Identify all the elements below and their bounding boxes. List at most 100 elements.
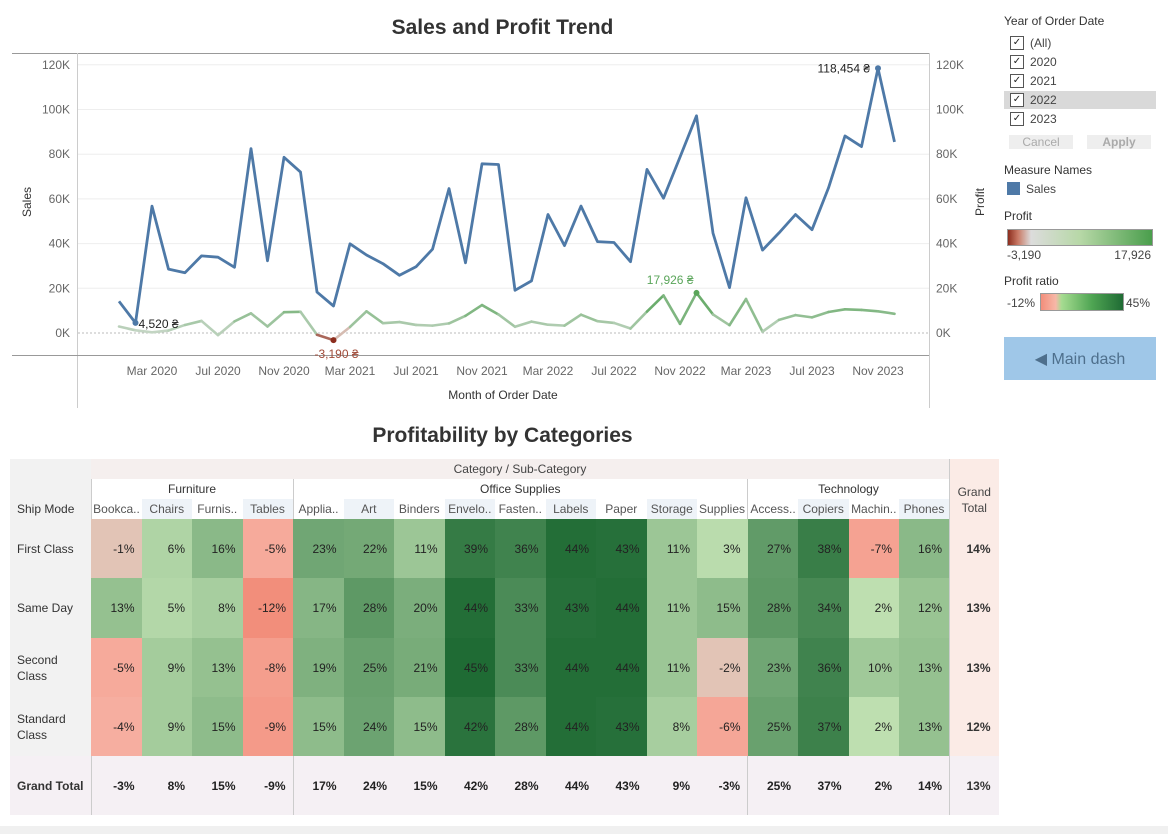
heat-cell[interactable]: 38% (798, 519, 849, 578)
heat-cell[interactable]: 45% (444, 638, 495, 697)
sub-category-header[interactable]: Machin.. (849, 499, 900, 519)
sub-category-header[interactable]: Furnis.. (192, 499, 243, 519)
heat-cell[interactable]: 22% (343, 519, 394, 578)
heat-cell[interactable]: -2% (697, 638, 748, 697)
heat-cell[interactable]: 43% (596, 519, 647, 578)
cancel-button[interactable]: Cancel (1009, 135, 1073, 149)
sub-category-header[interactable]: Copiers (798, 499, 849, 519)
heat-cell[interactable]: 28% (343, 578, 394, 638)
sub-category-header[interactable]: Applia.. (292, 499, 344, 519)
checkbox-icon[interactable]: ✓ (1010, 112, 1024, 126)
sub-category-header[interactable]: Tables (242, 499, 293, 519)
grand-total-cell[interactable]: 13% (949, 638, 999, 697)
heat-cell[interactable]: -9% (242, 756, 293, 815)
heat-cell[interactable]: 15% (293, 697, 344, 756)
checkbox-icon[interactable]: ✓ (1010, 55, 1024, 69)
heat-cell[interactable]: 43% (545, 578, 596, 638)
heat-cell[interactable]: 17% (293, 578, 344, 638)
heat-cell[interactable]: 44% (444, 578, 495, 638)
sales-legend-label[interactable]: Sales (1026, 182, 1056, 196)
sub-category-header[interactable]: Envelo.. (444, 499, 495, 519)
heat-cell[interactable]: 8% (141, 756, 192, 815)
heat-cell[interactable]: 34% (798, 578, 849, 638)
heat-cell[interactable]: 44% (596, 638, 647, 697)
apply-button[interactable]: Apply (1087, 135, 1151, 149)
heat-cell[interactable]: 11% (394, 519, 445, 578)
heat-cell[interactable]: 2% (848, 578, 899, 638)
year-filter-item[interactable]: ✓ 2020 (1004, 53, 1156, 71)
sub-category-header[interactable]: Labels (545, 499, 596, 519)
heat-cell[interactable]: 33% (495, 578, 546, 638)
heat-cell[interactable]: 13% (192, 638, 243, 697)
checkbox-icon[interactable]: ✓ (1010, 74, 1024, 88)
heat-cell[interactable]: 25% (747, 697, 798, 756)
sub-category-header[interactable]: Chairs (141, 499, 192, 519)
heat-cell[interactable]: 15% (192, 697, 243, 756)
heat-cell[interactable]: 44% (596, 578, 647, 638)
heat-cell[interactable]: -3% (90, 756, 142, 815)
heat-cell[interactable]: 9% (141, 697, 192, 756)
heat-cell[interactable]: 36% (495, 519, 546, 578)
sub-category-header[interactable]: Art (343, 499, 394, 519)
heat-cell[interactable]: 20% (394, 578, 445, 638)
heat-cell[interactable]: 11% (646, 578, 697, 638)
sub-category-header[interactable]: Supplies (697, 499, 748, 519)
heat-cell[interactable]: 28% (495, 756, 546, 815)
heat-cell[interactable]: -4% (91, 697, 142, 756)
heat-cell[interactable]: 23% (747, 638, 798, 697)
heat-cell[interactable]: 11% (646, 519, 697, 578)
heat-cell[interactable]: 16% (899, 519, 950, 578)
heat-cell[interactable]: 28% (747, 578, 798, 638)
heat-cell[interactable]: -3% (697, 756, 748, 815)
heat-cell[interactable]: 12% (899, 578, 950, 638)
heat-cell[interactable]: 5% (141, 578, 192, 638)
heat-cell[interactable]: 36% (798, 638, 849, 697)
heat-cell[interactable]: 37% (798, 697, 849, 756)
sub-category-header[interactable]: Paper (596, 499, 647, 519)
heat-cell[interactable]: -12% (242, 578, 293, 638)
heat-cell[interactable]: 43% (596, 756, 647, 815)
heat-cell[interactable]: 42% (444, 697, 495, 756)
sub-category-header[interactable]: Access.. (747, 499, 798, 519)
heat-cell[interactable]: 27% (747, 519, 798, 578)
heat-cell[interactable]: 9% (646, 756, 697, 815)
heat-cell[interactable]: 13% (899, 638, 950, 697)
heat-cell[interactable]: 11% (646, 638, 697, 697)
heat-cell[interactable]: 44% (545, 519, 596, 578)
heat-cell[interactable]: 19% (293, 638, 344, 697)
heat-cell[interactable]: -5% (242, 519, 293, 578)
year-filter-item[interactable]: ✓ (All) (1004, 34, 1156, 52)
heat-cell[interactable]: 2% (848, 756, 899, 815)
checkbox-icon[interactable]: ✓ (1010, 93, 1024, 107)
heat-cell[interactable]: 39% (444, 519, 495, 578)
year-filter-item[interactable]: ✓ 2022 (1004, 91, 1156, 109)
heat-cell[interactable]: 13% (91, 578, 142, 638)
heat-cell[interactable]: 14% (899, 756, 950, 815)
heat-cell[interactable]: 8% (646, 697, 697, 756)
heat-cell[interactable]: 3% (697, 519, 748, 578)
heat-cell[interactable]: -8% (242, 638, 293, 697)
heat-cell[interactable]: 24% (343, 697, 394, 756)
grand-total-cell[interactable]: 14% (949, 519, 999, 578)
heat-cell[interactable]: 21% (394, 638, 445, 697)
heat-cell[interactable]: 15% (394, 756, 445, 815)
heat-cell[interactable]: 9% (141, 638, 192, 697)
heat-cell[interactable]: 33% (495, 638, 546, 697)
sub-category-header[interactable]: Storage (646, 499, 697, 519)
heat-cell[interactable]: 37% (798, 756, 849, 815)
grand-total-cell[interactable]: 12% (949, 697, 999, 756)
heat-cell[interactable]: -1% (91, 519, 142, 578)
heat-cell[interactable]: 25% (747, 756, 798, 815)
heat-cell[interactable]: 23% (293, 519, 344, 578)
sub-category-header[interactable]: Phones (899, 499, 950, 519)
heat-cell[interactable]: 13% (899, 697, 950, 756)
heat-cell[interactable]: -9% (242, 697, 293, 756)
heat-cell[interactable]: 15% (394, 697, 445, 756)
heat-cell[interactable]: -6% (697, 697, 748, 756)
main-dash-button[interactable]: ◀ Main dash (1004, 337, 1156, 380)
heat-cell[interactable]: 15% (192, 756, 243, 815)
heat-cell[interactable]: 15% (697, 578, 748, 638)
heat-cell[interactable]: 25% (343, 638, 394, 697)
heat-cell[interactable]: 43% (596, 697, 647, 756)
heat-cell[interactable]: 8% (192, 578, 243, 638)
